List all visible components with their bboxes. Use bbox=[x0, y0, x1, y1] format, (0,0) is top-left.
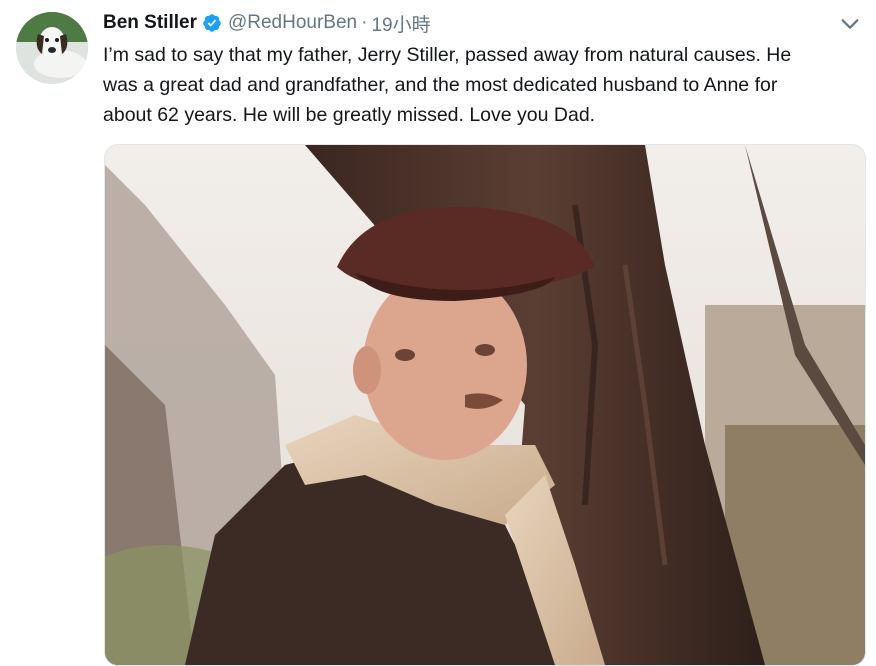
tweet-text-line: about 62 years. He will be greatly misse… bbox=[103, 104, 596, 126]
avatar[interactable] bbox=[16, 12, 88, 84]
tweet-text-line: I’m sad to say that my father, Jerry Sti… bbox=[103, 44, 792, 66]
photo-image bbox=[105, 145, 865, 665]
tweet-text-line: was a great dad and grandfather, and the… bbox=[103, 74, 778, 96]
timestamp-link[interactable]: 19小時 bbox=[371, 10, 430, 37]
separator-dot: · bbox=[361, 12, 368, 33]
chevron-down-icon bbox=[841, 19, 859, 29]
author-handle[interactable]: @RedHourBen bbox=[228, 12, 357, 34]
more-options-button[interactable] bbox=[838, 14, 862, 34]
tweet-header: Ben Stiller @RedHourBen · 19小時 bbox=[103, 10, 431, 36]
tweet-photo[interactable] bbox=[104, 144, 866, 666]
verified-badge-icon bbox=[202, 13, 222, 33]
author-name[interactable]: Ben Stiller bbox=[103, 12, 197, 34]
tweet-text: I’m sad to say that my father, Jerry Sti… bbox=[103, 40, 863, 130]
dog-avatar-image bbox=[16, 12, 88, 84]
